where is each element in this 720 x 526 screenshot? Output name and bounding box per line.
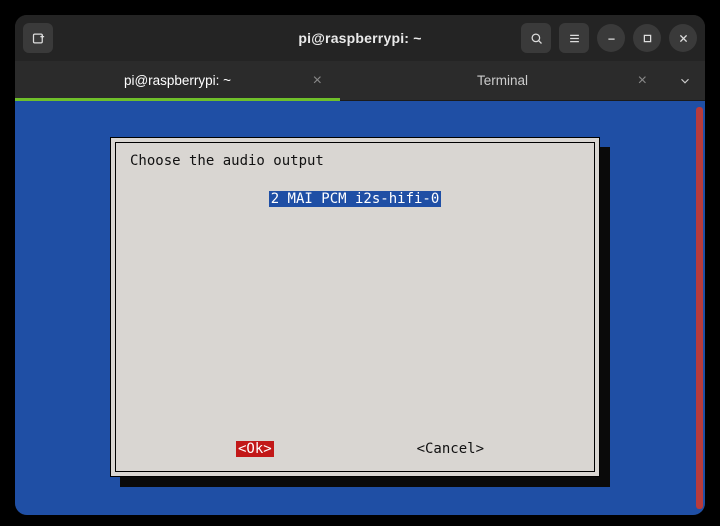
- terminal-scrollbar[interactable]: [696, 107, 703, 509]
- whiptail-dialog: Choose the audio output 2 MAI PCM i2s-hi…: [110, 137, 600, 477]
- minimize-button[interactable]: [597, 24, 625, 52]
- new-tab-button[interactable]: [23, 23, 53, 53]
- tab-close-icon[interactable]: ×: [313, 73, 322, 89]
- dialog-option-list: 2 MAI PCM i2s-hifi-0: [130, 191, 580, 207]
- tabbar: pi@raspberrypi: ~ × Terminal ×: [15, 61, 705, 101]
- app-window: pi@raspberrypi: ~: [15, 15, 705, 515]
- ok-button[interactable]: <Ok>: [236, 441, 274, 457]
- tab-pi-raspberrypi[interactable]: pi@raspberrypi: ~ ×: [15, 61, 340, 100]
- cancel-button[interactable]: <Cancel>: [417, 441, 484, 457]
- tab-terminal[interactable]: Terminal ×: [340, 61, 665, 100]
- dialog-inner: Choose the audio output 2 MAI PCM i2s-hi…: [115, 142, 595, 472]
- terminal-viewport[interactable]: Choose the audio output 2 MAI PCM i2s-hi…: [15, 101, 705, 515]
- dialog-prompt: Choose the audio output: [130, 153, 580, 169]
- dialog-button-row: <Ok> <Cancel>: [116, 441, 594, 457]
- close-window-button[interactable]: [669, 24, 697, 52]
- tab-label: pi@raspberrypi: ~: [124, 73, 231, 88]
- hamburger-menu-button[interactable]: [559, 23, 589, 53]
- search-button[interactable]: [521, 23, 551, 53]
- dialog-option-selected[interactable]: 2 MAI PCM i2s-hifi-0: [269, 191, 442, 207]
- tab-close-icon[interactable]: ×: [638, 73, 647, 89]
- titlebar: pi@raspberrypi: ~: [15, 15, 705, 61]
- tab-label: Terminal: [477, 73, 528, 88]
- maximize-button[interactable]: [633, 24, 661, 52]
- tabs-overflow-button[interactable]: [665, 61, 705, 100]
